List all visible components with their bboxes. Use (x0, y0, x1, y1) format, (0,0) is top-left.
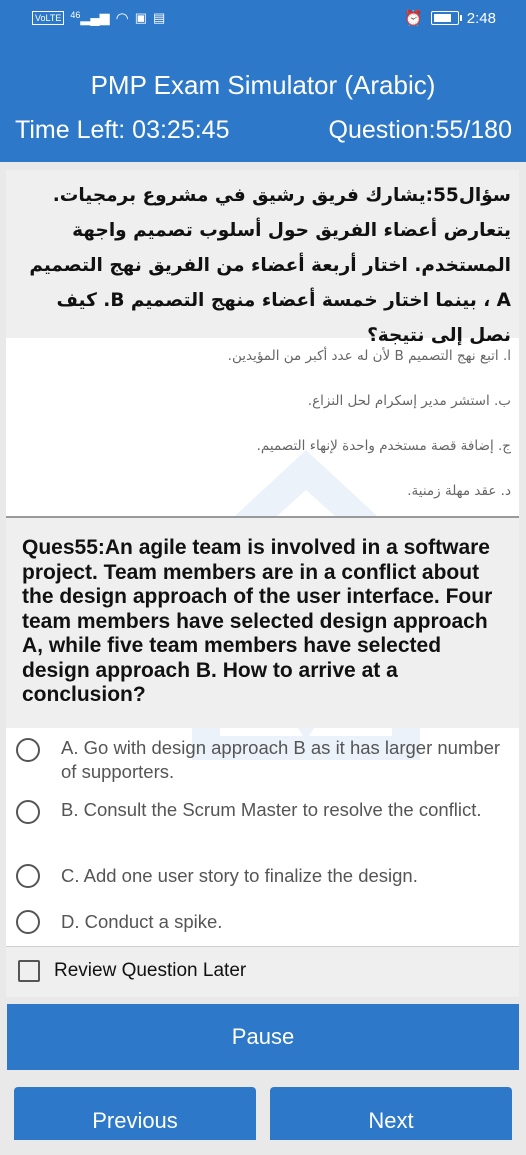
clock: 2:48 (466, 9, 496, 27)
battery-fill (433, 14, 451, 22)
option-c-label[interactable]: C. Add one user story to finalize the de… (61, 864, 505, 888)
arabic-question: سؤال55:يشارك فريق رشيق في مشروع برمجيات.… (6, 170, 519, 346)
nfc-icon: ▣ (134, 10, 147, 25)
time-left: Time Left: 03:25:45 (15, 116, 230, 144)
battery-icon (430, 11, 462, 25)
option-b-label[interactable]: B. Consult the Scrum Master to resolve t… (61, 798, 505, 822)
arabic-options: ا. اتبع نهج التصميم B لأن له عدد أكبر من… (6, 338, 519, 516)
question-card: سؤال55:يشارك فريق رشيق في مشروع برمجيات.… (6, 170, 519, 946)
arabic-option-a: ا. اتبع نهج التصميم B لأن له عدد أكبر من… (227, 348, 511, 364)
signal-icon: 46▂▄▆ (70, 10, 110, 25)
status-bar: VoLTE 46▂▄▆ ◠ ▣ ▤ ⏰ 2:48 (0, 0, 526, 36)
app-header: PMP Exam Simulator (Arabic) Time Left: 0… (0, 36, 526, 162)
option-c-radio[interactable] (16, 864, 40, 888)
review-later-label[interactable]: Review Question Later (54, 960, 246, 982)
alarm-icon: ⏰ (404, 10, 423, 27)
previous-button[interactable]: Previous (14, 1087, 256, 1140)
app-title: PMP Exam Simulator (Arabic) (90, 70, 436, 100)
next-button[interactable]: Next (270, 1087, 512, 1140)
option-b[interactable]: B. Consult the Scrum Master to resolve t… (6, 796, 519, 852)
review-later-row[interactable]: Review Question Later (6, 946, 519, 997)
arabic-option-b: ب. استشر مدير إسكرام لحل النزاع. (307, 393, 511, 409)
option-a-label[interactable]: A. Go with design approach B as it has l… (61, 736, 505, 784)
english-question: Ques55:An agile team is involved in a so… (6, 518, 519, 728)
arabic-option-c: ج. إضافة قصة مستخدم واحدة لإنهاء التصميم… (256, 438, 511, 454)
option-b-radio[interactable] (16, 800, 40, 824)
option-a-radio[interactable] (16, 738, 40, 762)
option-d-label[interactable]: D. Conduct a spike. (61, 910, 505, 934)
pause-button[interactable]: Pause (7, 1004, 519, 1070)
question-counter: Question:55/180 (328, 116, 512, 144)
review-later-checkbox[interactable] (18, 960, 40, 982)
wifi-icon: ◠ (115, 10, 129, 27)
status-right: ⏰ 2:48 (404, 9, 496, 28)
option-c[interactable]: C. Add one user story to finalize the de… (6, 862, 519, 894)
screenshot-icon: ▤ (152, 10, 166, 25)
option-a[interactable]: A. Go with design approach B as it has l… (6, 734, 519, 790)
volte-badge: VoLTE (32, 11, 65, 25)
option-d[interactable]: D. Conduct a spike. (6, 909, 519, 941)
option-d-radio[interactable] (16, 910, 40, 934)
status-left: VoLTE 46▂▄▆ ◠ ▣ ▤ (32, 9, 165, 27)
arabic-option-d: د. عقد مهلة زمنية. (407, 483, 511, 499)
